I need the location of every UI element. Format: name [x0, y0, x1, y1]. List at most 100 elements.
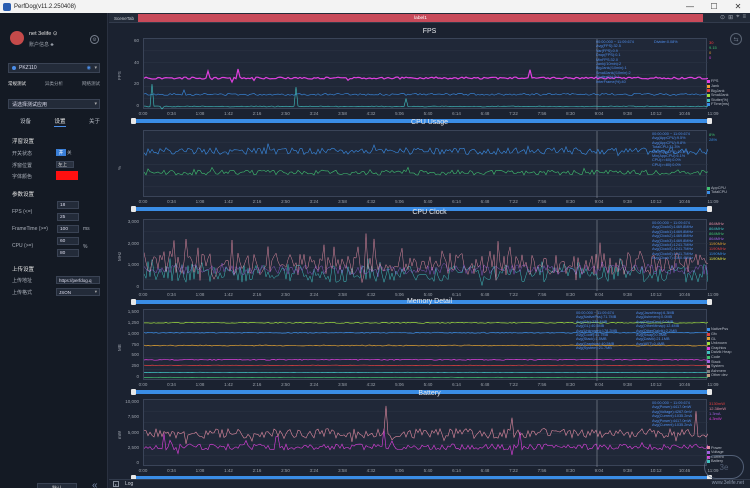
tab-anomaly-analysis[interactable]: 异类分析	[45, 81, 63, 87]
target-icon[interactable]: ⌖	[736, 14, 739, 21]
upload-format-select[interactable]: JSON ▾	[56, 288, 100, 296]
x-tick-label: 11:09	[707, 199, 719, 204]
y-tick-label: 2,000	[127, 240, 139, 246]
x-tick-label: 10:12	[650, 382, 662, 387]
x-tick-label: 8:30	[566, 382, 575, 387]
legend-swatch	[707, 103, 710, 107]
param-section-title: 参数设置	[12, 192, 35, 198]
x-tick-label: 11:09	[707, 382, 719, 387]
menu-icon[interactable]: ≡	[742, 14, 746, 21]
upload-url-input[interactable]: https://perfdog.q	[56, 276, 100, 284]
window-titlebar: PerfDog(v11.2.250408) — ☐ ✕	[0, 0, 750, 13]
x-tick-label: 1:08	[195, 199, 205, 204]
current-values: 30 9.15 0 0	[709, 40, 717, 60]
x-tick-label: 2:50	[281, 468, 290, 473]
minimize-button[interactable]: —	[678, 0, 702, 13]
fps-threshold-label: FPS (<=)	[12, 209, 33, 215]
cpu-threshold-input-1[interactable]: 60	[57, 237, 79, 245]
x-tick-label: 9:04	[594, 111, 604, 116]
float-switch-on[interactable]: 开	[56, 149, 66, 156]
current-value: 4.3mW	[709, 416, 722, 421]
legend-swatch	[707, 369, 710, 373]
maximize-button[interactable]: ☐	[702, 0, 726, 13]
plot-area[interactable]: 00:00.000 ~ 11:09.674 Avg(Power):4417.0m…	[143, 399, 708, 467]
upload-url-label: 上传地址	[12, 278, 33, 284]
x-tick-label: 6:48	[480, 199, 490, 204]
y-tick-label: 1,250	[127, 319, 139, 325]
x-tick-label: 6:48	[480, 382, 490, 387]
side-swap-icon[interactable]: ⇆	[730, 33, 742, 45]
tab-device[interactable]: 设备	[20, 117, 31, 127]
upload-section-title: 上传设置	[12, 267, 35, 273]
y-tick-label: 250	[131, 363, 139, 369]
log-label[interactable]: Log	[125, 481, 133, 487]
y-axis-name: %	[117, 165, 122, 170]
x-tick-label: 6:14	[452, 111, 461, 116]
app-select[interactable]: 请选择测试应用 ▾	[8, 99, 100, 109]
x-tick-label: 6:14	[452, 199, 461, 204]
float-switch-off[interactable]: 关	[67, 149, 75, 156]
window-controls: — ☐ ✕	[678, 0, 750, 13]
collapse-sidebar-icon[interactable]: «	[92, 480, 98, 488]
plot-area[interactable]: 00:00.000 ~ 11:09.674 Avg(FPS):32.5 Var(…	[143, 38, 708, 110]
avatar[interactable]	[10, 31, 24, 45]
x-tick-label: 8:30	[566, 111, 575, 116]
x-axis-ticks: 0:00 0:34 1:08 1:42 2:16 2:50 3:24 3:58 4:32 5:06…	[139, 199, 719, 205]
grid-icon[interactable]: ⊞	[728, 14, 733, 21]
label-bar[interactable]: label1	[138, 14, 703, 22]
float-position-label: 浮窗位置	[12, 163, 33, 169]
frametime-label: FrameTime (>=)	[12, 226, 48, 232]
fps-threshold-input-1[interactable]: 18	[57, 201, 79, 209]
legend-item[interactable]: TotalCPU	[707, 190, 750, 195]
x-tick-label: 8:30	[566, 292, 575, 297]
fps-threshold-input-2[interactable]: 25	[57, 213, 79, 221]
legend-item[interactable]: FTime(ms)	[707, 102, 750, 107]
plot-area[interactable]: 00:00.000 ~ 11:09.674 Avg(Clock0):1469.8…	[143, 219, 708, 291]
gear-icon[interactable]: ⚙	[90, 35, 99, 44]
legend-label: FTime(ms)	[711, 102, 730, 107]
location-icon[interactable]: ⊙	[720, 14, 725, 21]
x-tick-label: 6:48	[480, 111, 490, 116]
x-tick-label: 2:50	[281, 292, 290, 297]
watermark-text: www.3elife.net	[711, 480, 744, 486]
device-select[interactable]: PKZ110 ◉ ▾	[8, 63, 100, 73]
x-tick-label: 7:22	[509, 111, 518, 116]
plot-area[interactable]: 00:00.000 ~ 11:09.674 Avg(NativePss):71.…	[143, 309, 708, 381]
log-expand-icon[interactable]: ▸	[113, 481, 119, 487]
default-button[interactable]: 默认	[37, 483, 77, 488]
series-line	[144, 428, 708, 456]
stats-overlay: 00:00.000 ~ 11:09.674 Avg(NativePss):71.…	[576, 311, 618, 351]
x-tick-label: 10:46	[678, 199, 691, 204]
x-tick-label: 4:32	[366, 468, 376, 473]
y-tick-label: 10,000	[125, 399, 139, 404]
x-tick-label: 6:48	[480, 292, 490, 297]
frametime-input[interactable]: 100	[57, 225, 79, 233]
series-line	[144, 405, 708, 445]
legend-swatch	[707, 89, 710, 93]
x-tick-label: 2:16	[252, 382, 262, 387]
close-button[interactable]: ✕	[726, 0, 750, 13]
scene-tab[interactable]: SceneTab	[111, 14, 137, 22]
x-tick-label: 5:06	[395, 292, 404, 297]
upload-format-value: JSON	[59, 289, 72, 295]
x-tick-label: 7:56	[537, 382, 547, 387]
x-tick-label: 5:06	[395, 111, 404, 116]
y-tick-label: 1,000	[127, 330, 139, 336]
x-tick-label: 6:14	[452, 292, 461, 297]
x-tick-label: 5:06	[395, 468, 404, 473]
y-tick-label: 40	[133, 59, 139, 65]
x-tick-label: 5:40	[423, 111, 433, 116]
legend-item[interactable]: Other dev	[707, 373, 750, 378]
tab-normal-test[interactable]: 常规测试	[8, 81, 26, 87]
tab-network-test[interactable]: 网络测试	[82, 81, 100, 87]
plot-area[interactable]: 00:00.000 ~ 11:09.674 Avg(AppCPU):9.5% A…	[143, 130, 708, 198]
chart-legend: AppCPU TotalCPU	[707, 186, 750, 195]
font-color-swatch[interactable]	[56, 171, 78, 180]
tab-about[interactable]: 关于	[89, 117, 100, 127]
float-position-select[interactable]: 左上	[56, 161, 74, 168]
cpu-threshold-input-2[interactable]: 80	[57, 249, 79, 257]
account-info-link[interactable]: 账户信息 ♣	[29, 41, 54, 48]
tab-settings[interactable]: 设置	[54, 117, 66, 127]
chart-legend: NativePss Gfx GL Unknown Graphics Dalvik Heap…	[707, 327, 750, 378]
x-tick-label: 9:38	[623, 382, 632, 387]
